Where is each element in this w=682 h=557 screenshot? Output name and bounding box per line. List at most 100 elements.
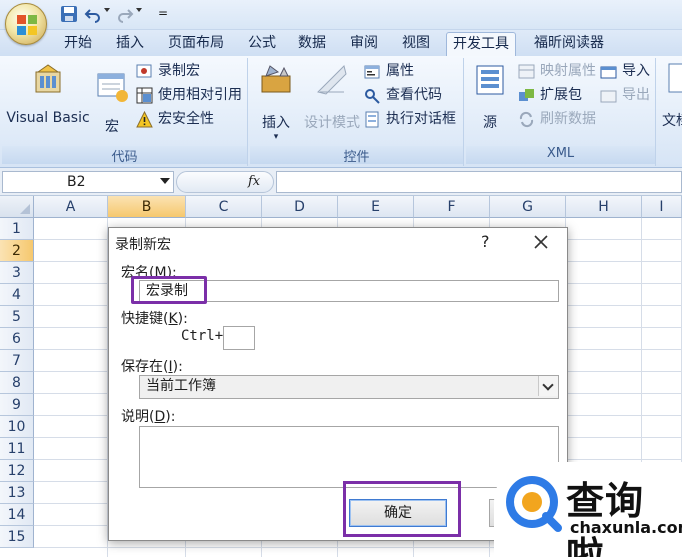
row-header-4[interactable]: 4	[0, 284, 34, 306]
row-header-14[interactable]: 14	[0, 504, 34, 526]
row-header-6[interactable]: 6	[0, 328, 34, 350]
tab-view[interactable]: 视图	[396, 32, 436, 56]
map-properties-button[interactable]: 映射属性	[518, 60, 596, 82]
import-label: 导入	[622, 63, 650, 79]
macros-button[interactable]: 宏	[92, 70, 132, 136]
undo-icon[interactable]	[84, 5, 102, 23]
ctrl-prefix-label: Ctrl+	[181, 328, 224, 344]
design-mode-button[interactable]: 设计模式	[302, 62, 362, 132]
store-in-select[interactable]: 当前工作簿	[139, 375, 559, 399]
undo-dropdown-icon[interactable]	[104, 8, 110, 12]
relative-reference-button[interactable]: 使用相对引用	[136, 84, 242, 106]
row-header-15[interactable]: 15	[0, 526, 34, 548]
xml-source-button[interactable]: 源	[470, 62, 510, 132]
tab-foxit-reader[interactable]: 福昕阅读器	[528, 32, 610, 56]
name-box[interactable]: B2	[2, 171, 174, 193]
office-button[interactable]	[5, 3, 47, 45]
controls-group-label: 控件	[250, 146, 463, 165]
xml-group: 源 映射属性 扩展包 刷新数据 导入 导出 XML	[466, 58, 656, 166]
row-header-10[interactable]: 10	[0, 416, 34, 438]
watermark-text: 查询啦	[566, 479, 645, 557]
controls-group: 插入 ▾ 设计模式 属性 查看代码 执行对话框 控件	[250, 58, 464, 166]
import-icon	[600, 66, 617, 79]
toolbox-icon	[261, 65, 291, 93]
row-header-9[interactable]: 9	[0, 394, 34, 416]
tab-page-layout[interactable]: 页面布局	[162, 32, 230, 56]
visual-basic-icon	[35, 64, 61, 93]
column-header-a[interactable]: A	[34, 196, 108, 218]
row-header-11[interactable]: 11	[0, 438, 34, 460]
row-header-13[interactable]: 13	[0, 482, 34, 504]
record-macro-icon	[136, 64, 152, 78]
column-header-h[interactable]: H	[566, 196, 642, 218]
row-header-3[interactable]: 3	[0, 262, 34, 284]
code-group-label: 代码	[2, 146, 247, 165]
document-panel-button[interactable]: 文档	[662, 60, 682, 130]
shortcut-key-label: 快捷键(K):	[121, 311, 188, 327]
store-in-label: 保存在(I):	[121, 359, 183, 375]
name-box-dropdown-icon[interactable]	[160, 178, 170, 184]
row-header-12[interactable]: 12	[0, 460, 34, 482]
document-panel-label: 文档	[662, 113, 682, 129]
import-button[interactable]: 导入	[600, 60, 650, 82]
map-properties-label: 映射属性	[540, 63, 596, 79]
properties-button[interactable]: 属性	[364, 60, 414, 82]
row-header-2[interactable]: 2	[0, 240, 34, 262]
tab-formulas[interactable]: 公式	[242, 32, 282, 56]
visual-basic-button[interactable]: Visual Basic	[6, 62, 90, 126]
column-header-f[interactable]: F	[414, 196, 490, 218]
export-button[interactable]: 导出	[600, 84, 650, 106]
xml-source-label: 源	[483, 115, 497, 131]
tab-home[interactable]: 开始	[58, 32, 98, 56]
close-icon[interactable]	[529, 230, 553, 254]
redo-icon[interactable]	[116, 5, 134, 23]
help-button[interactable]: ?	[481, 232, 490, 251]
row-header-7[interactable]: 7	[0, 350, 34, 372]
insert-control-button[interactable]: 插入 ▾	[256, 62, 296, 142]
expansion-packs-label: 扩展包	[540, 87, 582, 103]
shortcut-key-input[interactable]	[223, 326, 255, 350]
expansion-packs-button[interactable]: 扩展包	[518, 84, 582, 106]
column-header-i[interactable]: I	[642, 196, 682, 218]
tab-review[interactable]: 审阅	[344, 32, 384, 56]
column-header-b[interactable]: B	[108, 196, 186, 218]
row-header-5[interactable]: 5	[0, 306, 34, 328]
row-header-8[interactable]: 8	[0, 372, 34, 394]
redo-dropdown-icon[interactable]	[136, 8, 142, 12]
column-header-c[interactable]: C	[186, 196, 262, 218]
formula-input[interactable]	[276, 171, 682, 193]
tab-data[interactable]: 数据	[292, 32, 332, 56]
tab-developer[interactable]: 开发工具	[446, 32, 516, 56]
record-macro-button[interactable]: 录制宏	[136, 60, 200, 82]
column-header-e[interactable]: E	[338, 196, 414, 218]
expansion-packs-icon	[519, 89, 534, 101]
xml-group-label: XML	[466, 146, 655, 164]
save-icon[interactable]	[60, 5, 78, 23]
insert-function-icon[interactable]: fx	[248, 174, 260, 189]
run-dialog-icon	[365, 111, 379, 128]
record-macro-label: 录制宏	[158, 63, 200, 79]
column-header-d[interactable]: D	[262, 196, 338, 218]
insert-dropdown-icon: ▾	[273, 132, 279, 142]
refresh-data-button[interactable]: 刷新数据	[518, 108, 596, 130]
description-textarea[interactable]	[139, 426, 559, 488]
export-label: 导出	[622, 87, 650, 103]
formula-bar: B2 fx	[0, 168, 682, 196]
refresh-data-label: 刷新数据	[540, 111, 596, 127]
select-all-corner[interactable]	[0, 196, 34, 218]
store-in-dropdown-button[interactable]	[538, 376, 558, 396]
macros-icon	[97, 73, 128, 102]
run-dialog-button[interactable]: 执行对话框	[364, 108, 456, 130]
view-code-button[interactable]: 查看代码	[364, 84, 442, 106]
row-header-1[interactable]: 1	[0, 218, 34, 240]
tab-insert[interactable]: 插入	[110, 32, 150, 56]
insert-control-label: 插入	[262, 115, 290, 131]
ribbon-tabs: 开始 插入 页面布局 公式 数据 审阅 视图 开发工具 福昕阅读器	[0, 30, 682, 56]
customize-qat-icon[interactable]: =	[158, 6, 168, 20]
properties-icon	[364, 65, 380, 79]
run-dialog-label: 执行对话框	[386, 111, 456, 127]
office-logo-icon	[17, 15, 37, 35]
macro-security-button[interactable]: 宏安全性	[136, 108, 214, 130]
view-code-label: 查看代码	[386, 87, 442, 103]
column-header-g[interactable]: G	[490, 196, 566, 218]
